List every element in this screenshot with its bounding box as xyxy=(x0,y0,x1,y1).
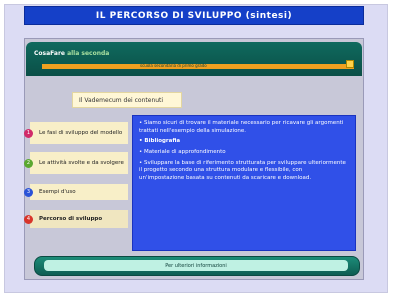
logo-main: CosaFare xyxy=(34,50,65,57)
menu-item-label: Percorso di sviluppo xyxy=(39,215,103,222)
panel-paragraph: • Siamo sicuri di trovare il materiale n… xyxy=(139,120,344,134)
menu-number-badge: 1 xyxy=(24,128,33,138)
menu-item-label: Le fasi di sviluppo del modello xyxy=(39,129,123,136)
app-header xyxy=(26,42,362,76)
menu-item-label: Esempi d'uso xyxy=(39,188,76,195)
content-panel: • Siamo sicuri di trovare il materiale n… xyxy=(132,115,356,251)
logo-accent: alla seconda xyxy=(67,50,110,57)
content-heading: Il Vademecum dei contenuti xyxy=(72,92,182,108)
app-logo[interactable]: CosaFare alla seconda xyxy=(34,50,109,57)
menu-item-attivita[interactable]: 2 Le attività svolte e da svolgere xyxy=(24,152,128,174)
menu-item-fasi-sviluppo[interactable]: 1 Le fasi di sviluppo del modello xyxy=(24,122,128,144)
panel-link-bibliografia[interactable]: • Bibliografia xyxy=(139,138,349,146)
menu-item-esempi[interactable]: 3 Esempi d'uso xyxy=(24,184,128,200)
panel-paragraph: • Sviluppare la base di riferimento stru… xyxy=(139,159,346,182)
panel-link-materiale[interactable]: • Materiale di approfondimento xyxy=(139,149,349,157)
footer-link[interactable]: Per ulteriori informazioni xyxy=(44,260,348,271)
sidebar-menu: 1 Le fasi di sviluppo del modello 2 Le a… xyxy=(24,122,128,234)
menu-item-percorso[interactable]: 4 Percorso di sviluppo xyxy=(24,210,128,228)
menu-item-label: Le attività svolte e da svolgere xyxy=(39,159,124,166)
menu-number-badge: 2 xyxy=(24,158,33,168)
header-subtitle: scuola secondaria di primo grado xyxy=(140,63,207,68)
slide-title: IL PERCORSO DI SVILUPPO (sintesi) xyxy=(24,6,364,25)
menu-number-badge: 4 xyxy=(24,214,33,224)
menu-number-badge: 3 xyxy=(24,187,33,197)
home-icon[interactable] xyxy=(346,60,354,68)
